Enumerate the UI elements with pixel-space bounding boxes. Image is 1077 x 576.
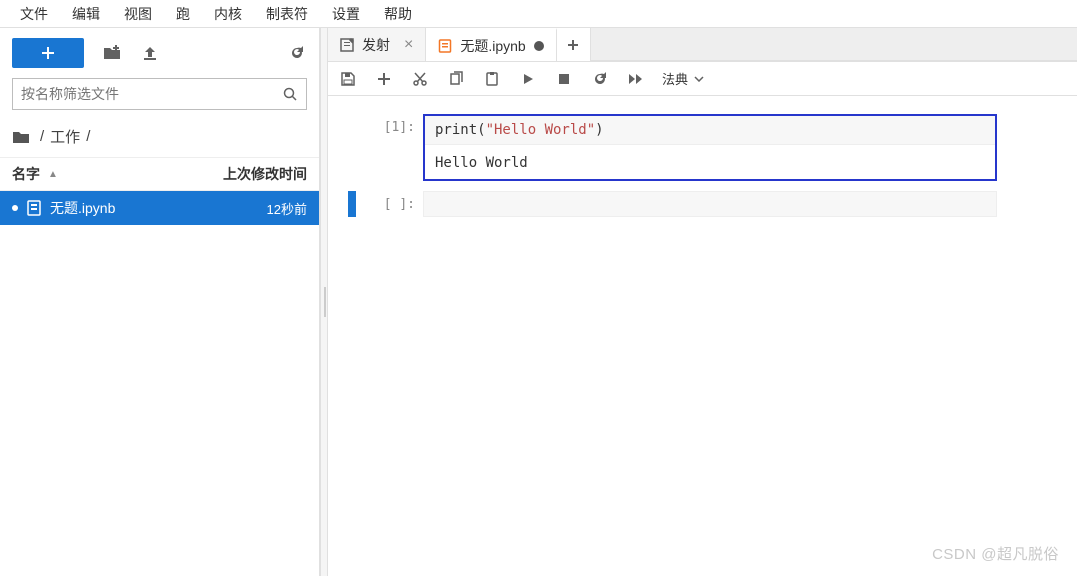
menu-tabs[interactable]: 制表符 bbox=[254, 0, 320, 28]
play-icon bbox=[521, 72, 535, 86]
code-cell[interactable]: [1]: print("Hello World") Hello World bbox=[328, 114, 1077, 181]
tab-label: 发射 bbox=[362, 35, 390, 55]
menu-edit[interactable]: 编辑 bbox=[60, 0, 112, 28]
breadcrumb-item[interactable]: 工作 bbox=[50, 126, 80, 147]
breadcrumb-sep: / bbox=[86, 128, 90, 145]
cell-gutter bbox=[348, 114, 356, 181]
new-launcher-button[interactable] bbox=[12, 38, 84, 68]
notebook-body: [1]: print("Hello World") Hello World [ … bbox=[328, 96, 1077, 576]
save-icon bbox=[340, 71, 356, 87]
search-icon bbox=[282, 86, 298, 102]
file-name-label: 无题.ipynb bbox=[50, 198, 267, 218]
tab-launcher[interactable]: 发射 × bbox=[328, 28, 426, 61]
menu-view[interactable]: 视图 bbox=[112, 0, 164, 28]
notebook-file-icon bbox=[26, 200, 42, 216]
stop-icon bbox=[558, 73, 570, 85]
file-list-header: 名字 ▲ 上次修改时间 bbox=[0, 157, 319, 191]
split-handle[interactable] bbox=[320, 28, 328, 576]
launcher-icon bbox=[340, 38, 354, 52]
code-input[interactable] bbox=[423, 191, 997, 217]
new-folder-icon[interactable] bbox=[102, 43, 122, 63]
file-browser-sidebar: / 工作 / 名字 ▲ 上次修改时间 无题.ipynb 12秒前 bbox=[0, 28, 320, 576]
upload-icon[interactable] bbox=[140, 43, 160, 63]
refresh-icon[interactable] bbox=[287, 43, 307, 63]
cut-button[interactable] bbox=[410, 69, 430, 89]
cell-prompt: [ ]: bbox=[368, 191, 423, 217]
file-modified-label: 12秒前 bbox=[267, 199, 307, 218]
tab-label: 无题.ipynb bbox=[460, 36, 525, 56]
sort-caret-icon: ▲ bbox=[48, 169, 58, 180]
breadcrumb-sep: / bbox=[40, 128, 44, 145]
code-cell[interactable]: [ ]: bbox=[328, 191, 1077, 217]
filter-files-box bbox=[12, 78, 307, 110]
filter-files-input[interactable] bbox=[21, 86, 282, 102]
restart-button[interactable] bbox=[590, 69, 610, 89]
cell-gutter bbox=[348, 191, 356, 217]
close-icon[interactable]: × bbox=[404, 36, 413, 54]
notebook-toolbar: 法典 bbox=[328, 62, 1077, 96]
running-indicator-icon bbox=[12, 205, 18, 211]
dirty-indicator-icon bbox=[534, 41, 544, 51]
plus-icon bbox=[377, 72, 391, 86]
chevron-down-icon bbox=[694, 76, 704, 82]
save-button[interactable] bbox=[338, 69, 358, 89]
folder-icon bbox=[12, 130, 30, 144]
run-all-button[interactable] bbox=[626, 69, 646, 89]
breadcrumb[interactable]: / 工作 / bbox=[0, 118, 319, 157]
editor-area: 发射 × 无题.ipynb bbox=[328, 28, 1077, 576]
add-tab-button[interactable] bbox=[557, 28, 591, 61]
run-button[interactable] bbox=[518, 69, 538, 89]
cell-prompt: [1]: bbox=[368, 114, 423, 181]
menu-file[interactable]: 文件 bbox=[8, 0, 60, 28]
cell-type-label: 法典 bbox=[662, 69, 688, 88]
restart-icon bbox=[592, 71, 608, 87]
paste-button[interactable] bbox=[482, 69, 502, 89]
stop-button[interactable] bbox=[554, 69, 574, 89]
plus-icon bbox=[567, 39, 579, 51]
copy-icon bbox=[448, 71, 464, 87]
tab-notebook[interactable]: 无题.ipynb bbox=[426, 28, 556, 61]
notebook-tab-icon bbox=[438, 39, 452, 53]
menu-bar: 文件 编辑 视图 跑 内核 制表符 设置 帮助 bbox=[0, 0, 1077, 28]
menu-kernel[interactable]: 内核 bbox=[202, 0, 254, 28]
cut-icon bbox=[412, 71, 428, 87]
tab-bar: 发射 × 无题.ipynb bbox=[328, 28, 1077, 62]
menu-run[interactable]: 跑 bbox=[164, 0, 202, 28]
menu-settings[interactable]: 设置 bbox=[320, 0, 372, 28]
code-input[interactable]: print("Hello World") bbox=[425, 116, 995, 145]
sidebar-toolbar bbox=[0, 28, 319, 78]
code-output: Hello World bbox=[425, 145, 995, 179]
menu-help[interactable]: 帮助 bbox=[372, 0, 424, 28]
file-row[interactable]: 无题.ipynb 12秒前 bbox=[0, 191, 319, 225]
header-modified-label[interactable]: 上次修改时间 bbox=[223, 164, 307, 184]
insert-cell-button[interactable] bbox=[374, 69, 394, 89]
cell-type-dropdown[interactable]: 法典 bbox=[662, 69, 704, 88]
fast-forward-icon bbox=[628, 72, 644, 86]
paste-icon bbox=[484, 71, 500, 87]
copy-button[interactable] bbox=[446, 69, 466, 89]
watermark-text: CSDN @超凡脱俗 bbox=[932, 543, 1059, 564]
cell-highlight-box: print("Hello World") Hello World bbox=[423, 114, 997, 181]
plus-icon bbox=[40, 45, 56, 61]
header-name-label[interactable]: 名字 bbox=[12, 164, 40, 184]
